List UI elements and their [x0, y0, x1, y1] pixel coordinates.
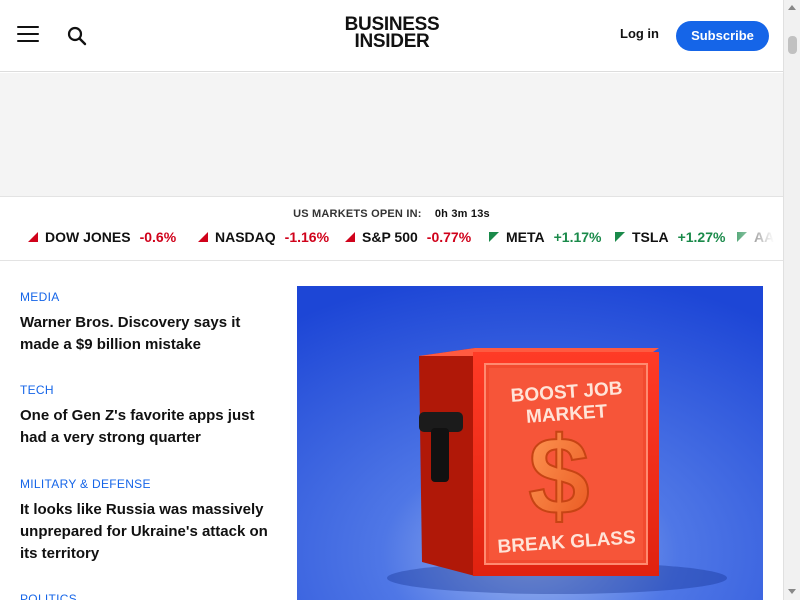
hero-image[interactable]: $ BOOST JOB MARKET BREAK GLASS — [297, 286, 763, 600]
ticker-change: -0.77% — [426, 229, 472, 245]
story-headline[interactable]: It looks like Russia was massively unpre… — [20, 499, 280, 565]
down-arrow-icon — [198, 232, 208, 242]
login-link[interactable]: Log in — [620, 26, 659, 41]
ticker-name: META — [506, 229, 545, 245]
business-insider-logo[interactable]: BUSINESS INSIDER — [340, 15, 444, 52]
story-item: TECH One of Gen Z's favorite apps just h… — [20, 383, 280, 449]
ticker-sp500[interactable]: S&P 500 -0.77% — [345, 229, 471, 245]
dollar-sign-graphic: $ — [528, 415, 589, 538]
ticker-fade — [723, 220, 783, 254]
ticker-dow-jones[interactable]: DOW JONES -0.6% — [28, 229, 176, 245]
story-category[interactable]: TECH — [20, 383, 280, 397]
logo-line-2: INSIDER — [354, 31, 430, 52]
ticker-name: DOW JONES — [45, 229, 131, 245]
market-status-label: US MARKETS OPEN IN: — [293, 208, 422, 220]
up-arrow-icon — [489, 232, 499, 242]
market-ticker-strip: US MARKETS OPEN IN: 0h 3m 13s DOW JONES … — [0, 198, 783, 261]
subscribe-button[interactable]: Subscribe — [676, 21, 769, 51]
story-category[interactable]: POLITICS — [20, 592, 280, 600]
scroll-up-arrow-icon[interactable] — [788, 5, 796, 10]
story-item: MILITARY & DEFENSE It looks like Russia … — [20, 477, 280, 565]
ticker-change: +1.17% — [553, 229, 602, 245]
ticker-change: -0.6% — [139, 229, 177, 245]
ticker-nasdaq[interactable]: NASDAQ -1.16% — [198, 229, 329, 245]
scrollbar-thumb[interactable] — [788, 36, 797, 54]
story-item: MEDIA Warner Bros. Discovery says it mad… — [20, 290, 280, 356]
scroll-down-arrow-icon[interactable] — [788, 589, 796, 594]
story-category[interactable]: MEDIA — [20, 290, 280, 304]
story-headline[interactable]: One of Gen Z's favorite apps just had a … — [20, 405, 280, 449]
hamburger-menu-icon[interactable] — [17, 26, 39, 44]
search-icon[interactable] — [67, 26, 87, 46]
ad-placeholder — [0, 73, 783, 197]
ticker-meta[interactable]: META +1.17% — [489, 229, 602, 245]
ticker-change: +1.27% — [677, 229, 726, 245]
down-arrow-icon — [345, 232, 355, 242]
down-arrow-icon — [28, 232, 38, 242]
story-headline[interactable]: Warner Bros. Discovery says it made a $9… — [20, 312, 280, 356]
story-item: POLITICS — [20, 592, 280, 600]
page-scrollbar[interactable] — [783, 0, 800, 600]
ticker-name: S&P 500 — [362, 229, 418, 245]
market-countdown: 0h 3m 13s — [434, 208, 490, 220]
site-header: BUSINESS INSIDER Log in Subscribe — [0, 0, 783, 72]
ticker-change: -1.16% — [284, 229, 330, 245]
ticker-name: TSLA — [632, 229, 669, 245]
story-category[interactable]: MILITARY & DEFENSE — [20, 477, 280, 491]
market-status: US MARKETS OPEN IN: 0h 3m 13s — [0, 208, 783, 220]
ticker-name: NASDAQ — [215, 229, 276, 245]
up-arrow-icon — [615, 232, 625, 242]
ticker-tsla[interactable]: TSLA +1.27% — [615, 229, 725, 245]
